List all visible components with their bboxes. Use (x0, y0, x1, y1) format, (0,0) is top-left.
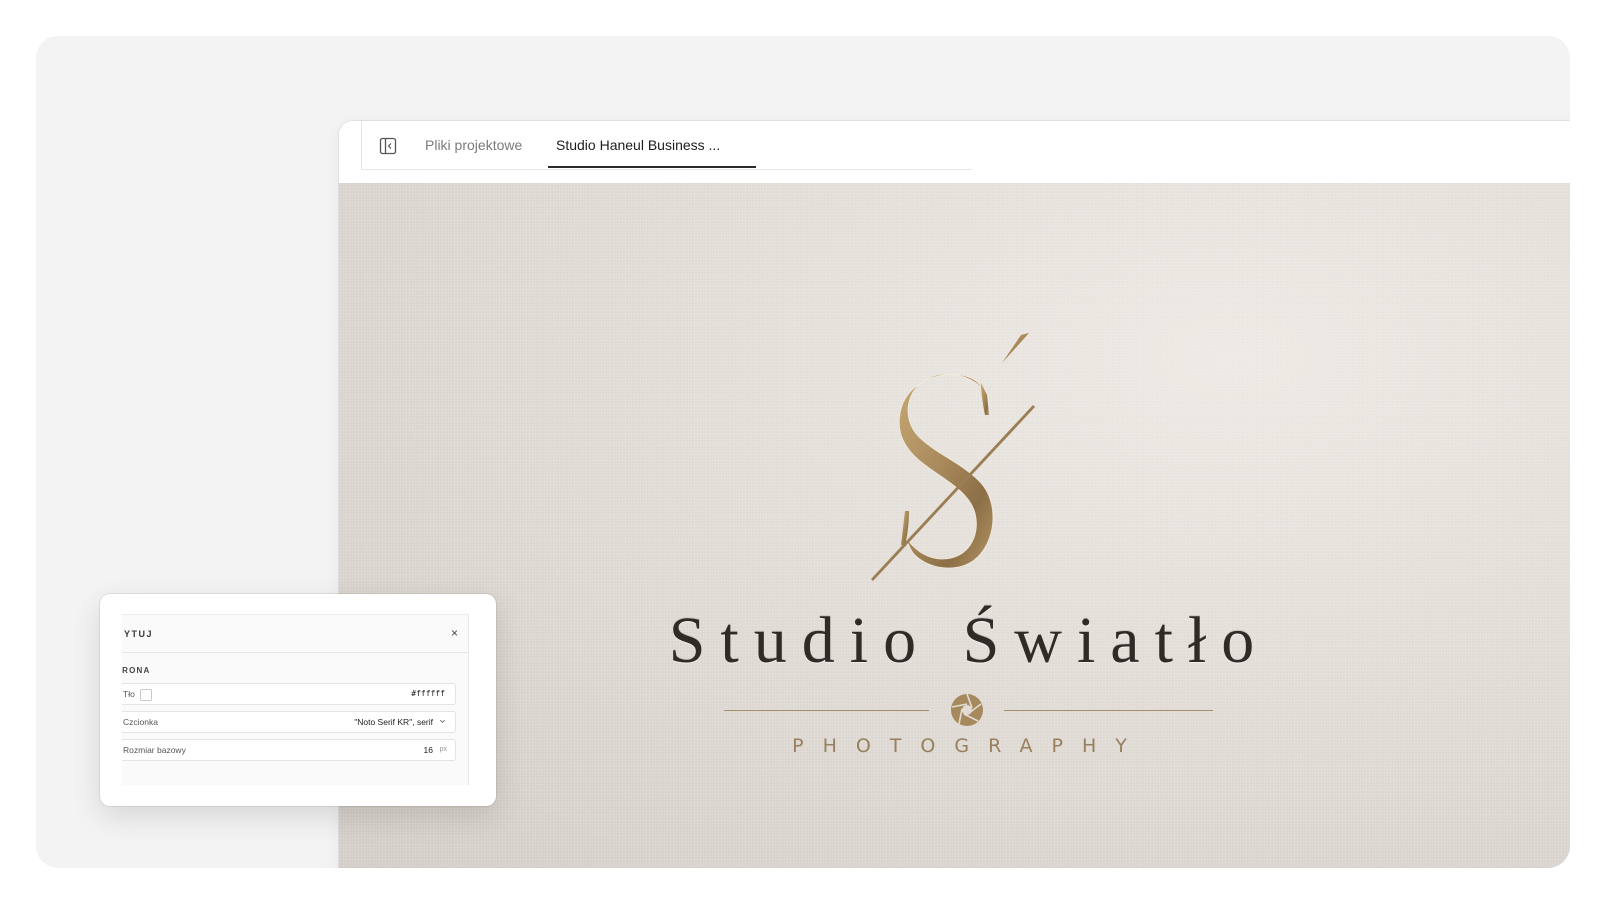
background-label: Tło (123, 689, 135, 699)
divider-right (1004, 710, 1213, 711)
base-size-unit: px (439, 746, 447, 753)
base-size-label: Rozmiar bazowy (123, 745, 186, 755)
base-size-value[interactable]: 16 (424, 745, 433, 755)
base-size-field[interactable]: Rozmiar bazowy 16 px (122, 739, 456, 761)
section-label-page: TRONA (122, 666, 151, 675)
style-editor-card: DYTUJ × TRONA Tło #ffffff Czcionka "Noto… (100, 594, 496, 806)
background-color-field[interactable]: Tło #ffffff (122, 683, 456, 705)
background-value[interactable]: #ffffff (411, 689, 445, 698)
camera-aperture-icon (951, 693, 983, 726)
tab-studio-haneul-business[interactable]: Studio Haneul Business ... (548, 121, 756, 168)
color-swatch[interactable] (140, 689, 152, 701)
design-canvas: Studio Światło PHOTOGRAPHY (339, 183, 1570, 868)
tab-bar: Pliki projektowe Studio Haneul Business … (339, 121, 1570, 184)
app-backdrop: Pliki projektowe Studio Haneul Business … (36, 36, 1570, 868)
chevron-down-icon[interactable] (439, 718, 446, 725)
brand-name: Studio Światło (668, 604, 1270, 677)
font-label: Czcionka (123, 717, 158, 727)
tagline: PHOTOGRAPHY (792, 735, 1146, 757)
font-family-select[interactable]: Czcionka "Noto Serif KR", serif (122, 711, 456, 733)
sidebar-panel-icon[interactable] (379, 137, 397, 155)
monogram-s-logo (871, 333, 1035, 581)
style-editor-panel: DYTUJ × TRONA Tło #ffffff Czcionka "Noto… (122, 614, 469, 785)
close-icon[interactable]: × (451, 626, 458, 640)
divider-left (724, 710, 929, 711)
tab-strip: Pliki projektowe Studio Haneul Business … (361, 121, 972, 170)
tab-project-files[interactable]: Pliki projektowe (425, 121, 522, 168)
design-window: Pliki projektowe Studio Haneul Business … (339, 121, 1570, 868)
editor-header: DYTUJ × (122, 615, 468, 653)
editor-title: DYTUJ (122, 629, 154, 639)
font-value[interactable]: "Noto Serif KR", serif (354, 717, 433, 727)
